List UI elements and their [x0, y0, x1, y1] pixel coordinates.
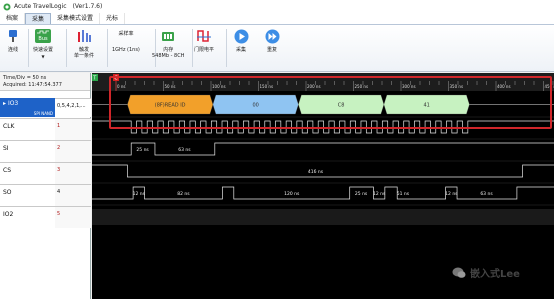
io2-row-background: [92, 209, 554, 225]
so-measure-label: 25 ns: [355, 191, 368, 197]
watermark: 嵌入式Lee: [452, 265, 520, 280]
so-measure-label: 63 ns: [480, 191, 493, 197]
signal-row-si[interactable]: SI: [0, 140, 55, 162]
signal-channel: 5: [55, 206, 91, 228]
window-version: (Ver1.7.6): [72, 3, 103, 10]
so-measure-label: 120 ns: [284, 191, 300, 197]
time-ruler[interactable]: [92, 73, 554, 91]
threshold-label: 门限电平: [194, 47, 215, 53]
connect-button[interactable]: 连线: [4, 27, 22, 53]
watermark-text: 嵌入式Lee: [470, 269, 520, 280]
ribbon-divider: [28, 29, 29, 67]
bus-icon: Bus: [35, 29, 51, 43]
window-title: Acute TravelLogic: [14, 3, 67, 10]
acquire-button[interactable]: 采集: [232, 27, 250, 53]
ribbon-divider: [107, 29, 108, 67]
so-measure-label: 12 ns: [445, 191, 458, 197]
ruler-tick-label: 0 ns: [117, 84, 125, 89]
signal-row-io2[interactable]: IO2: [0, 206, 55, 228]
ruler-tick-label: 200 ns: [307, 84, 321, 89]
wechat-icon: [452, 267, 466, 278]
si-measure-label: 63 ns: [178, 147, 191, 153]
bus-setting-label: 快速设置: [33, 47, 54, 53]
trigger-button[interactable]: 触发 单一条件: [74, 27, 94, 59]
time-div-text: Time/Div = 50 ns: [3, 75, 47, 81]
app-window: Acute TravelLogic (Ver1.7.6) 档案 采集 采集模式设…: [0, 0, 554, 299]
signal-list-panel: Time/Div = 50 ns Acquired: 11:47:54.377 …: [0, 73, 91, 299]
tab-acquire[interactable]: 采集: [25, 13, 52, 24]
bus-decode-label: (8F)READ ID: [155, 103, 186, 109]
repeat-button[interactable]: 重复: [263, 27, 281, 53]
svg-text:Bus: Bus: [38, 36, 48, 42]
title-bar: Acute TravelLogic (Ver1.7.6): [0, 0, 554, 13]
ruler-tick-label: 400 ns: [497, 84, 511, 89]
ruler-tick-label: 250 ns: [355, 84, 369, 89]
sample-rate-control[interactable]: 采样率 1GHz (1ns): [112, 31, 140, 53]
memory-control[interactable]: 内存 548Mb - 8CH: [152, 27, 184, 59]
so-measure-label: 12 ns: [373, 191, 386, 197]
signal-channel: 3: [55, 162, 91, 184]
signal-row-cs[interactable]: CS: [0, 162, 55, 184]
signal-channel: 4: [55, 184, 91, 206]
ruler-tick-label: 100 ns: [212, 84, 226, 89]
ribbon-divider: [66, 29, 67, 67]
signal-row-so[interactable]: SO: [0, 184, 55, 206]
threshold-button[interactable]: 门限电平: [194, 27, 214, 53]
acquired-time-text: Acquired: 11:47:54.377: [3, 82, 62, 88]
so-measure-label: 51 ns: [397, 191, 410, 197]
expand-arrow-icon[interactable]: ▸: [3, 100, 6, 107]
repeat-icon: [265, 29, 279, 43]
tab-cursor[interactable]: 光标: [100, 13, 126, 24]
signal-channel: 2: [55, 140, 91, 162]
ribbon-divider: [226, 29, 227, 67]
trigger-label: 触发 单一条件: [74, 47, 95, 59]
acquire-label: 采集: [235, 47, 246, 53]
cs-measure-label: 416 ns: [308, 169, 324, 175]
time-info: Time/Div = 50 ns Acquired: 11:47:54.377: [0, 73, 90, 91]
bus-decode-label: 41: [423, 103, 429, 109]
ribbon-divider: [192, 29, 193, 67]
bus-decode-label: C8: [338, 103, 345, 109]
app-logo-icon: [3, 3, 11, 10]
signal-row-io3[interactable]: ▸ IO3 SPI NAND: [0, 98, 55, 117]
ruler-tick-label: 350 ns: [450, 84, 464, 89]
ruler-tick-label: 300 ns: [402, 84, 416, 89]
signal-name: IO3: [7, 100, 19, 107]
tab-file[interactable]: 档案: [0, 13, 26, 24]
so-measure-label: 82 ns: [177, 191, 190, 197]
bus-decode-label: 00: [252, 103, 258, 109]
tab-acquire-mode[interactable]: 采集模式设置: [51, 13, 101, 24]
bus-dropdown-arrow-icon[interactable]: ▼: [41, 54, 44, 59]
ruler-tick-label: 150 ns: [260, 84, 274, 89]
ruler-tick-label: 50 ns: [165, 84, 176, 89]
trigger-icon: [78, 30, 91, 42]
ribbon-toolbar: 连线 Bus 快速设置 ▼ 触发 单一条件 采样率 1GHz (1ns) 内存 54…: [0, 25, 554, 72]
sample-rate-value[interactable]: 1GHz (1ns): [112, 47, 140, 53]
repeat-label: 重复: [266, 47, 277, 53]
connect-label: 连线: [7, 47, 18, 53]
signal-protocol: SPI NAND: [33, 111, 53, 116]
bus-setting-button[interactable]: Bus 快速设置 ▼: [33, 27, 53, 59]
play-icon: [234, 29, 248, 43]
memory-icon: [162, 32, 175, 41]
memory-label: 内存 548Mb - 8CH: [152, 47, 185, 59]
c-cursor-label: C: [114, 76, 118, 82]
signal-value: 0,5,4,2,1,...: [55, 98, 91, 117]
signal-row-clk[interactable]: CLK: [0, 118, 55, 140]
threshold-icon: [197, 30, 211, 42]
sample-rate-title: 采样率: [118, 31, 134, 37]
ruler-tick-label: 450 ns: [545, 84, 554, 89]
si-measure-label: 25 ns: [136, 147, 149, 153]
connect-icon: [9, 30, 17, 42]
menu-tabs: 档案 采集 采集模式设置 光标: [0, 13, 554, 25]
so-measure-label: 12 ns: [133, 191, 146, 197]
signal-channel: 1: [55, 118, 91, 140]
